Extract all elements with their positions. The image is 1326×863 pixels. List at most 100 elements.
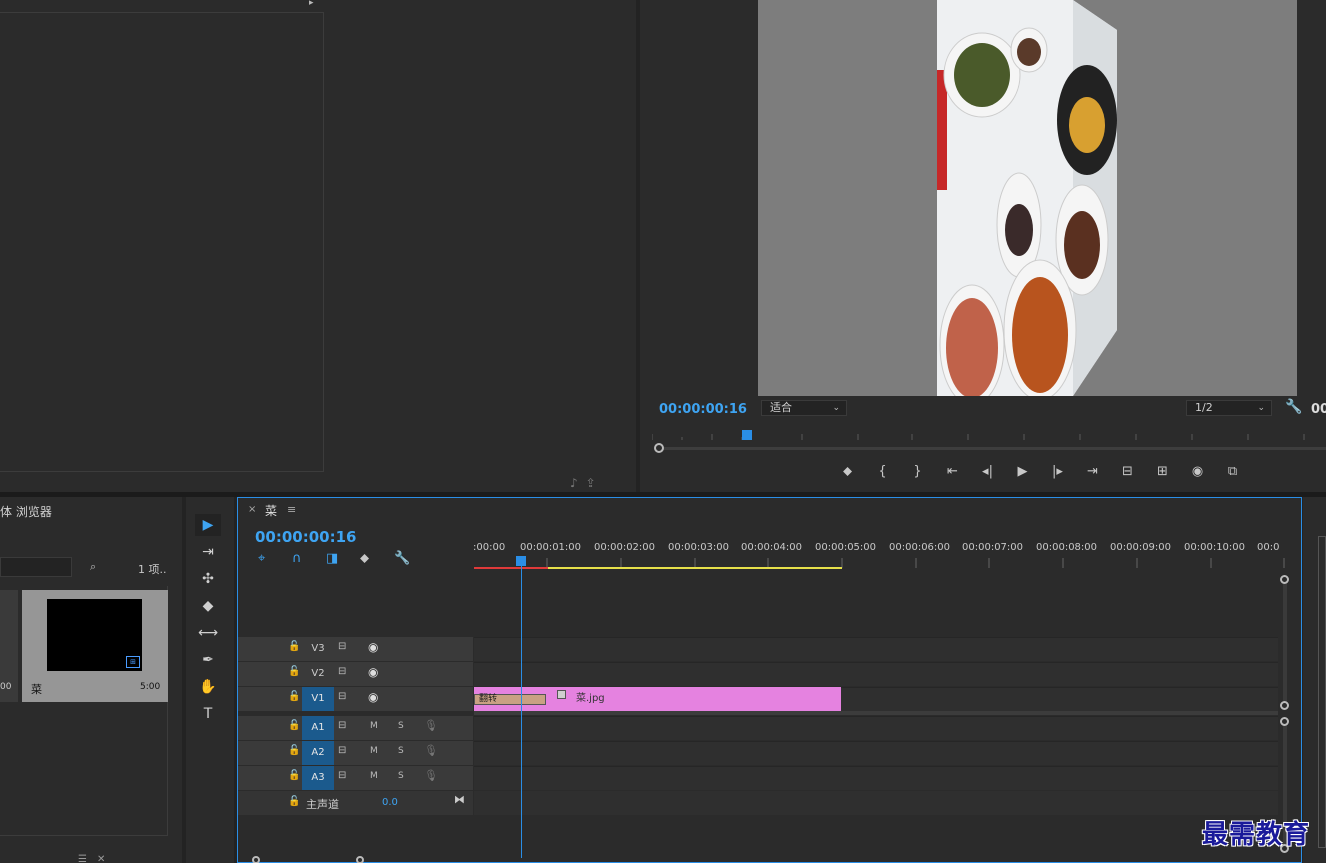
work-area-bar[interactable]	[548, 567, 842, 569]
zoom-fit-dropdown[interactable]: 适合 ⌄	[761, 400, 847, 416]
zoom-fit-value: 适合	[770, 401, 792, 414]
microphone-icon[interactable]: 🎙	[424, 769, 438, 782]
lock-icon[interactable]: 🔓	[288, 745, 300, 756]
track-header-v2[interactable]: 🔓 V2 ⊟ ◉	[238, 662, 473, 686]
add-marker-icon[interactable]: ⬥	[360, 551, 394, 569]
scroll-handle[interactable]	[1280, 701, 1289, 710]
sync-lock-icon[interactable]: ⊟	[338, 745, 346, 756]
scroll-handle[interactable]	[1280, 717, 1289, 726]
mark-in-button[interactable]: {	[865, 462, 900, 482]
sync-lock-icon[interactable]: ⊟	[338, 666, 346, 677]
track-name[interactable]: V1	[302, 687, 334, 711]
wrench-icon[interactable]: 🔧	[1285, 399, 1302, 415]
sync-lock-icon[interactable]: ⊟	[338, 691, 346, 702]
track-lane-a1[interactable]	[474, 716, 1278, 740]
master-track-lane[interactable]	[474, 791, 1278, 815]
track-header-v3[interactable]: 🔓 V3 ⊟ ◉	[238, 637, 473, 661]
go-to-out-button[interactable]: ⇥	[1075, 462, 1110, 482]
transition-effect[interactable]: 翻转	[474, 694, 546, 705]
scroll-handle[interactable]	[1280, 575, 1289, 584]
play-button[interactable]: ▶	[1005, 462, 1040, 482]
timeline-timecode[interactable]: 00:00:00:16	[255, 528, 357, 546]
step-back-button[interactable]: ◂|	[970, 462, 1005, 482]
razor-tool-icon[interactable]: ◆	[195, 595, 221, 617]
track-header-v1[interactable]: 🔓 V1 ⊟ ◉	[238, 687, 473, 711]
source-export-icons[interactable]: ♪⇪	[570, 476, 604, 490]
microphone-icon[interactable]: 🎙	[424, 719, 438, 732]
track-header-a1[interactable]: 🔓 A1 ⊟ M S 🎙	[238, 716, 473, 740]
go-to-in-button[interactable]: ⇤	[935, 462, 970, 482]
program-zoom-scrollbar[interactable]	[652, 443, 1326, 453]
master-volume-value[interactable]: 0.0	[382, 797, 398, 808]
mute-button[interactable]: M	[370, 721, 378, 731]
master-track-header[interactable]	[238, 791, 473, 815]
eye-icon[interactable]: ◉	[368, 665, 378, 679]
close-sequence-icon[interactable]: ×	[248, 504, 256, 515]
track-name[interactable]: A2	[302, 741, 334, 765]
expand-arrow-icon[interactable]: ▸	[309, 0, 314, 8]
mark-out-button[interactable]: }	[900, 462, 935, 482]
lift-button[interactable]: ⊟	[1110, 462, 1145, 482]
solo-button[interactable]: S	[398, 771, 404, 781]
solo-button[interactable]: S	[398, 721, 404, 731]
export-frame-button[interactable]: ◉	[1180, 462, 1215, 482]
video-empty-area[interactable]	[474, 572, 1278, 636]
track-name[interactable]: V2	[302, 662, 334, 686]
video-scrollbar[interactable]	[1283, 582, 1287, 706]
sync-lock-icon[interactable]: ⊟	[338, 770, 346, 781]
lock-icon[interactable]: 🔓	[288, 720, 300, 731]
selection-tool-icon[interactable]: ▶	[195, 514, 221, 536]
ripple-edit-tool-icon[interactable]: ✣	[195, 568, 221, 590]
render-bar-red	[474, 567, 548, 569]
media-browser-title[interactable]: 体 浏览器	[0, 503, 52, 520]
pen-tool-icon[interactable]: ✒	[195, 649, 221, 671]
nest-icon[interactable]: ⌖	[258, 551, 292, 569]
add-marker-button[interactable]: ⬥	[830, 462, 865, 482]
lock-icon[interactable]: 🔓	[288, 641, 300, 652]
sync-lock-icon[interactable]: ⊟	[338, 720, 346, 731]
resolution-dropdown[interactable]: 1/2 ⌄	[1186, 400, 1272, 416]
sequence-tab[interactable]: 菜	[265, 502, 277, 519]
comparison-view-button[interactable]: ⧉	[1215, 462, 1250, 482]
program-time-ruler[interactable]	[652, 428, 1326, 440]
track-header-a3[interactable]: 🔓 A3 ⊟ M S 🎙	[238, 766, 473, 790]
track-lane-a3[interactable]	[474, 766, 1278, 790]
snap-magnet-icon[interactable]: ∩	[292, 551, 326, 569]
track-lane-v2[interactable]	[474, 662, 1278, 686]
linked-selection-icon[interactable]: ◨	[326, 551, 360, 569]
new-search-bin-icon[interactable]: ⌕	[90, 560, 96, 574]
media-view-icons[interactable]: ☰✕	[78, 854, 115, 863]
lock-icon[interactable]: 🔓	[288, 666, 300, 677]
timeline-playhead[interactable]	[516, 556, 526, 566]
video-audio-divider[interactable]	[474, 711, 1278, 715]
track-header-a2[interactable]: 🔓 A2 ⊟ M S 🎙	[238, 741, 473, 765]
panel-menu-icon[interactable]: ≡	[287, 503, 296, 516]
program-timecode[interactable]: 00:00:00:16	[659, 402, 747, 417]
track-select-tool-icon[interactable]: ⇥	[195, 541, 221, 563]
wrench-icon[interactable]: 🔧	[394, 551, 428, 569]
lock-icon[interactable]: 🔓	[288, 796, 300, 807]
mute-button[interactable]: M	[370, 771, 378, 781]
slip-tool-icon[interactable]: ⟷	[195, 622, 221, 644]
go-to-end-icon[interactable]: ⧓	[454, 793, 465, 806]
extract-button[interactable]: ⊞	[1145, 462, 1180, 482]
track-lane-a2[interactable]	[474, 741, 1278, 765]
eye-icon[interactable]: ◉	[368, 690, 378, 704]
eye-icon[interactable]: ◉	[368, 640, 378, 654]
lock-icon[interactable]: 🔓	[288, 691, 300, 702]
step-forward-button[interactable]: |▸	[1040, 462, 1075, 482]
solo-button[interactable]: S	[398, 746, 404, 756]
lock-icon[interactable]: 🔓	[288, 770, 300, 781]
track-name[interactable]: V3	[302, 637, 334, 661]
sync-lock-icon[interactable]: ⊟	[338, 641, 346, 652]
media-search-input[interactable]	[0, 557, 72, 577]
type-tool-icon[interactable]: T	[195, 703, 221, 725]
track-name[interactable]: A1	[302, 716, 334, 740]
timeline-zoom-scrollbar[interactable]	[250, 856, 370, 863]
mute-button[interactable]: M	[370, 746, 378, 756]
microphone-icon[interactable]: 🎙	[424, 744, 438, 757]
hand-tool-icon[interactable]: ✋	[195, 676, 221, 698]
track-name[interactable]: A3	[302, 766, 334, 790]
program-playhead[interactable]	[742, 430, 752, 440]
track-lane-v3[interactable]	[474, 637, 1278, 661]
